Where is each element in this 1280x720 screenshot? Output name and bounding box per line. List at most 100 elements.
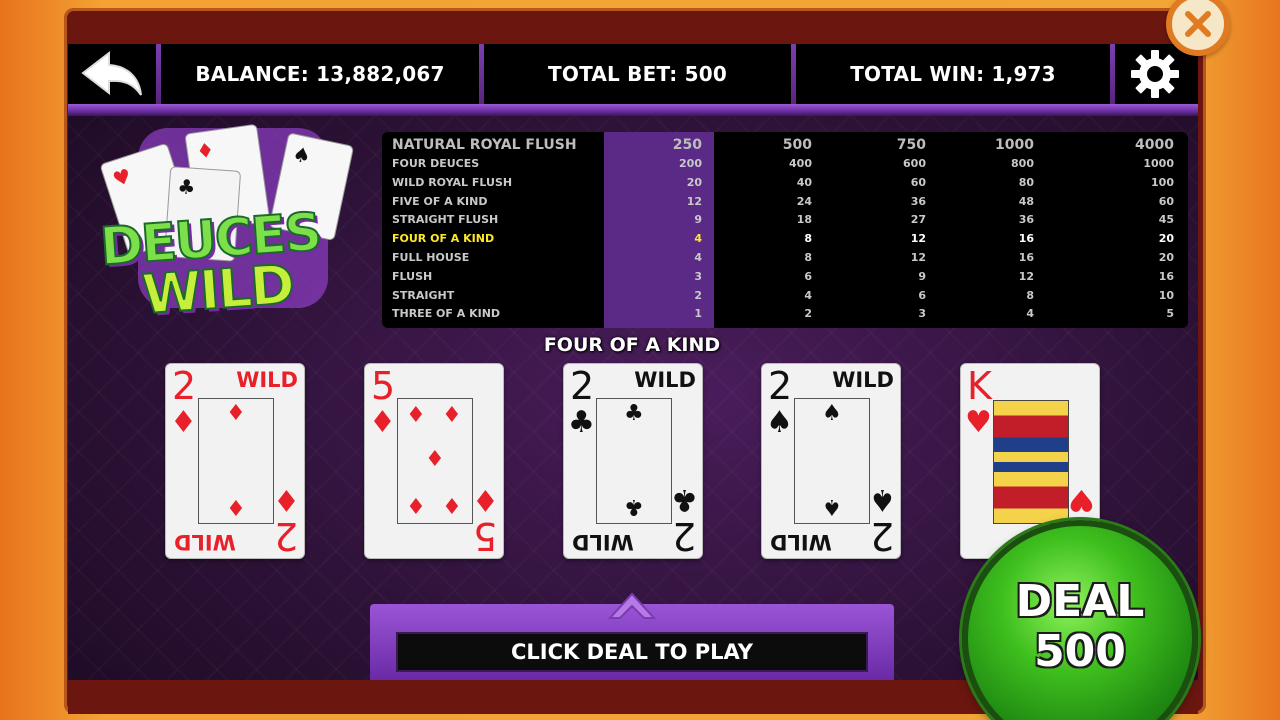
paytable-hand-name: STRAIGHT FLUSH xyxy=(392,213,499,227)
card-suit-icon: ♠ xyxy=(869,482,896,517)
paytable-payout-cell: 20 xyxy=(1158,251,1174,264)
paytable: NATURAL ROYAL FLUSH 250 500 750 1000 4000 FOUR… xyxy=(382,132,1188,328)
card-rank: 2 xyxy=(570,364,595,408)
balance-display: BALANCE: 13,882,067 xyxy=(195,62,445,86)
paytable-payout-cell: 8 xyxy=(804,232,812,246)
paytable-row: FIVE OF A KIND 12 24 36 48 60 xyxy=(382,193,1188,211)
paytable-payout-cell: 400 xyxy=(789,157,812,170)
paytable-payout-cell: 750 xyxy=(896,137,926,153)
paytable-payout-cell: 3 xyxy=(918,307,926,321)
logo-title-line2: WILD xyxy=(139,252,296,327)
card-pip-icon: ♦ xyxy=(406,403,426,428)
paytable-payout-cell: 800 xyxy=(1011,157,1034,170)
back-button[interactable] xyxy=(68,44,156,104)
paytable-hand-name: FOUR OF A KIND xyxy=(392,232,495,246)
paytable-payout-cell: 12 xyxy=(1018,269,1034,283)
settings-button[interactable] xyxy=(1115,44,1195,104)
playing-card[interactable]: 2 2 ♣ ♣ WILD WILD ♣ ♣ xyxy=(563,363,703,559)
close-button[interactable] xyxy=(1166,0,1230,56)
card-suit-icon: ♦ xyxy=(273,482,300,517)
paytable-payout-cell: 4000 xyxy=(1135,137,1174,153)
paytable-payout-cell: 18 xyxy=(796,213,812,227)
paytable-payout-cell: 16 xyxy=(1158,269,1174,283)
wild-label: WILD xyxy=(236,368,298,392)
hand-result-label: FOUR OF A KIND xyxy=(543,334,721,356)
paytable-hand-name: FOUR DEUCES xyxy=(392,157,480,170)
card-pip-icon: ♦ xyxy=(226,494,246,519)
paytable-payout-cell: 80 xyxy=(1018,175,1034,189)
paytable-payout-cell: 600 xyxy=(903,157,926,170)
header-rule xyxy=(68,104,1198,116)
paytable-payout-cell: 20 xyxy=(1158,232,1174,246)
card-suit-icon: ♦ xyxy=(472,482,499,517)
paytable-payout-cell: 10 xyxy=(1158,288,1174,302)
wild-label: WILD xyxy=(634,368,696,392)
paytable-payout-cell: 8 xyxy=(804,251,812,264)
paytable-payout-cell: 27 xyxy=(910,213,926,227)
paytable-row: NATURAL ROYAL FLUSH 250 500 750 1000 4000 xyxy=(382,136,1188,154)
paytable-payout-cell: 100 xyxy=(1151,175,1174,189)
card-rank-bottom: 2 xyxy=(671,514,696,558)
paytable-payout-cell: 3 xyxy=(694,269,702,283)
paytable-row: FOUR OF A KIND 4 8 12 16 20 xyxy=(382,230,1188,248)
wild-label: WILD xyxy=(770,530,832,554)
message-text: CLICK DEAL TO PLAY xyxy=(396,632,868,672)
card-pip-icon: ♦ xyxy=(406,492,426,517)
card-pip-icon: ♦ xyxy=(442,492,462,517)
card-pip-icon: ♣ xyxy=(624,494,644,519)
paytable-payout-cell: 40 xyxy=(796,175,812,189)
paytable-payout-cell: 2 xyxy=(804,307,812,321)
paytable-payout-cell: 36 xyxy=(1018,213,1034,227)
paytable-payout-cell: 4 xyxy=(1026,307,1034,321)
playing-card[interactable]: 2 2 ♠ ♠ WILD WILD ♠ ♠ xyxy=(761,363,901,559)
card-suit-icon: ♥ xyxy=(1068,482,1095,517)
paytable-payout-cell: 2 xyxy=(694,288,702,302)
deal-button-label: DEAL xyxy=(1015,576,1145,627)
paytable-payout-cell: 5 xyxy=(1166,307,1174,321)
wild-label: WILD xyxy=(832,368,894,392)
paytable-payout-cell: 16 xyxy=(1018,232,1034,246)
paytable-payout-cell: 60 xyxy=(1158,194,1174,208)
deuces-wild-logo: ♥ ♦ ♠ ♣ DEUCES WILD xyxy=(97,118,358,328)
paytable-hand-name: FULL HOUSE xyxy=(392,251,470,264)
paytable-row: STRAIGHT 2 4 6 8 10 xyxy=(382,287,1188,305)
total-win-display: TOTAL WIN: 1,973 xyxy=(850,62,1056,86)
card-rank-bottom: 5 xyxy=(472,514,497,558)
paytable-payout-cell: 12 xyxy=(910,232,926,246)
card-suit-icon: ♦ xyxy=(170,405,197,440)
card-rank-bottom: 2 xyxy=(869,514,894,558)
card-pip-icon: ♦ xyxy=(425,447,445,472)
card-rank-bottom: 2 xyxy=(273,514,298,558)
paytable-row: FLUSH 3 6 9 12 16 xyxy=(382,268,1188,286)
card-pip-icon: ♦ xyxy=(442,403,462,428)
paytable-payout-cell: 12 xyxy=(910,251,926,264)
paytable-payout-cell: 9 xyxy=(918,269,926,283)
paytable-hand-name: THREE OF A KIND xyxy=(392,307,501,321)
paytable-row: WILD ROYAL FLUSH 20 40 60 80 100 xyxy=(382,174,1188,192)
total-bet-display: TOTAL BET: 500 xyxy=(548,62,727,86)
card-pip-icon: ♠ xyxy=(822,401,842,426)
paytable-row: FOUR DEUCES 200 400 600 800 1000 xyxy=(382,155,1188,173)
card-suit-icon: ♥ xyxy=(965,405,992,440)
paytable-payout-cell: 24 xyxy=(796,194,812,208)
card-pip-box: ♦ ♦ ♦ ♦ ♦ xyxy=(397,398,473,524)
svg-text:♦: ♦ xyxy=(195,137,216,163)
card-suit-icon: ♦ xyxy=(369,405,396,440)
deal-button-amount: 500 xyxy=(1034,626,1126,677)
card-rank: K xyxy=(967,364,992,408)
playing-card[interactable]: 5 5 ♦ ♦ ♦ ♦ ♦ ♦ ♦ xyxy=(364,363,504,559)
paytable-hand-name: NATURAL ROYAL FLUSH xyxy=(392,137,577,153)
paytable-payout-cell: 4 xyxy=(694,251,702,264)
paytable-hand-name: STRAIGHT xyxy=(392,288,455,302)
paytable-row: STRAIGHT FLUSH 9 18 27 36 45 xyxy=(382,211,1188,229)
paytable-hand-name: FLUSH xyxy=(392,269,433,283)
card-pip-box: ♠ ♠ xyxy=(794,398,870,524)
wild-label: WILD xyxy=(572,530,634,554)
paytable-payout-cell: 9 xyxy=(694,213,702,227)
paytable-payout-cell: 16 xyxy=(1018,251,1034,264)
gear-icon xyxy=(1131,50,1179,98)
paytable-payout-cell: 20 xyxy=(686,175,702,189)
playing-card[interactable]: 2 2 ♦ ♦ WILD WILD ♦ ♦ xyxy=(165,363,305,559)
card-suit-icon: ♣ xyxy=(671,482,698,517)
card-rank: 2 xyxy=(768,364,793,408)
